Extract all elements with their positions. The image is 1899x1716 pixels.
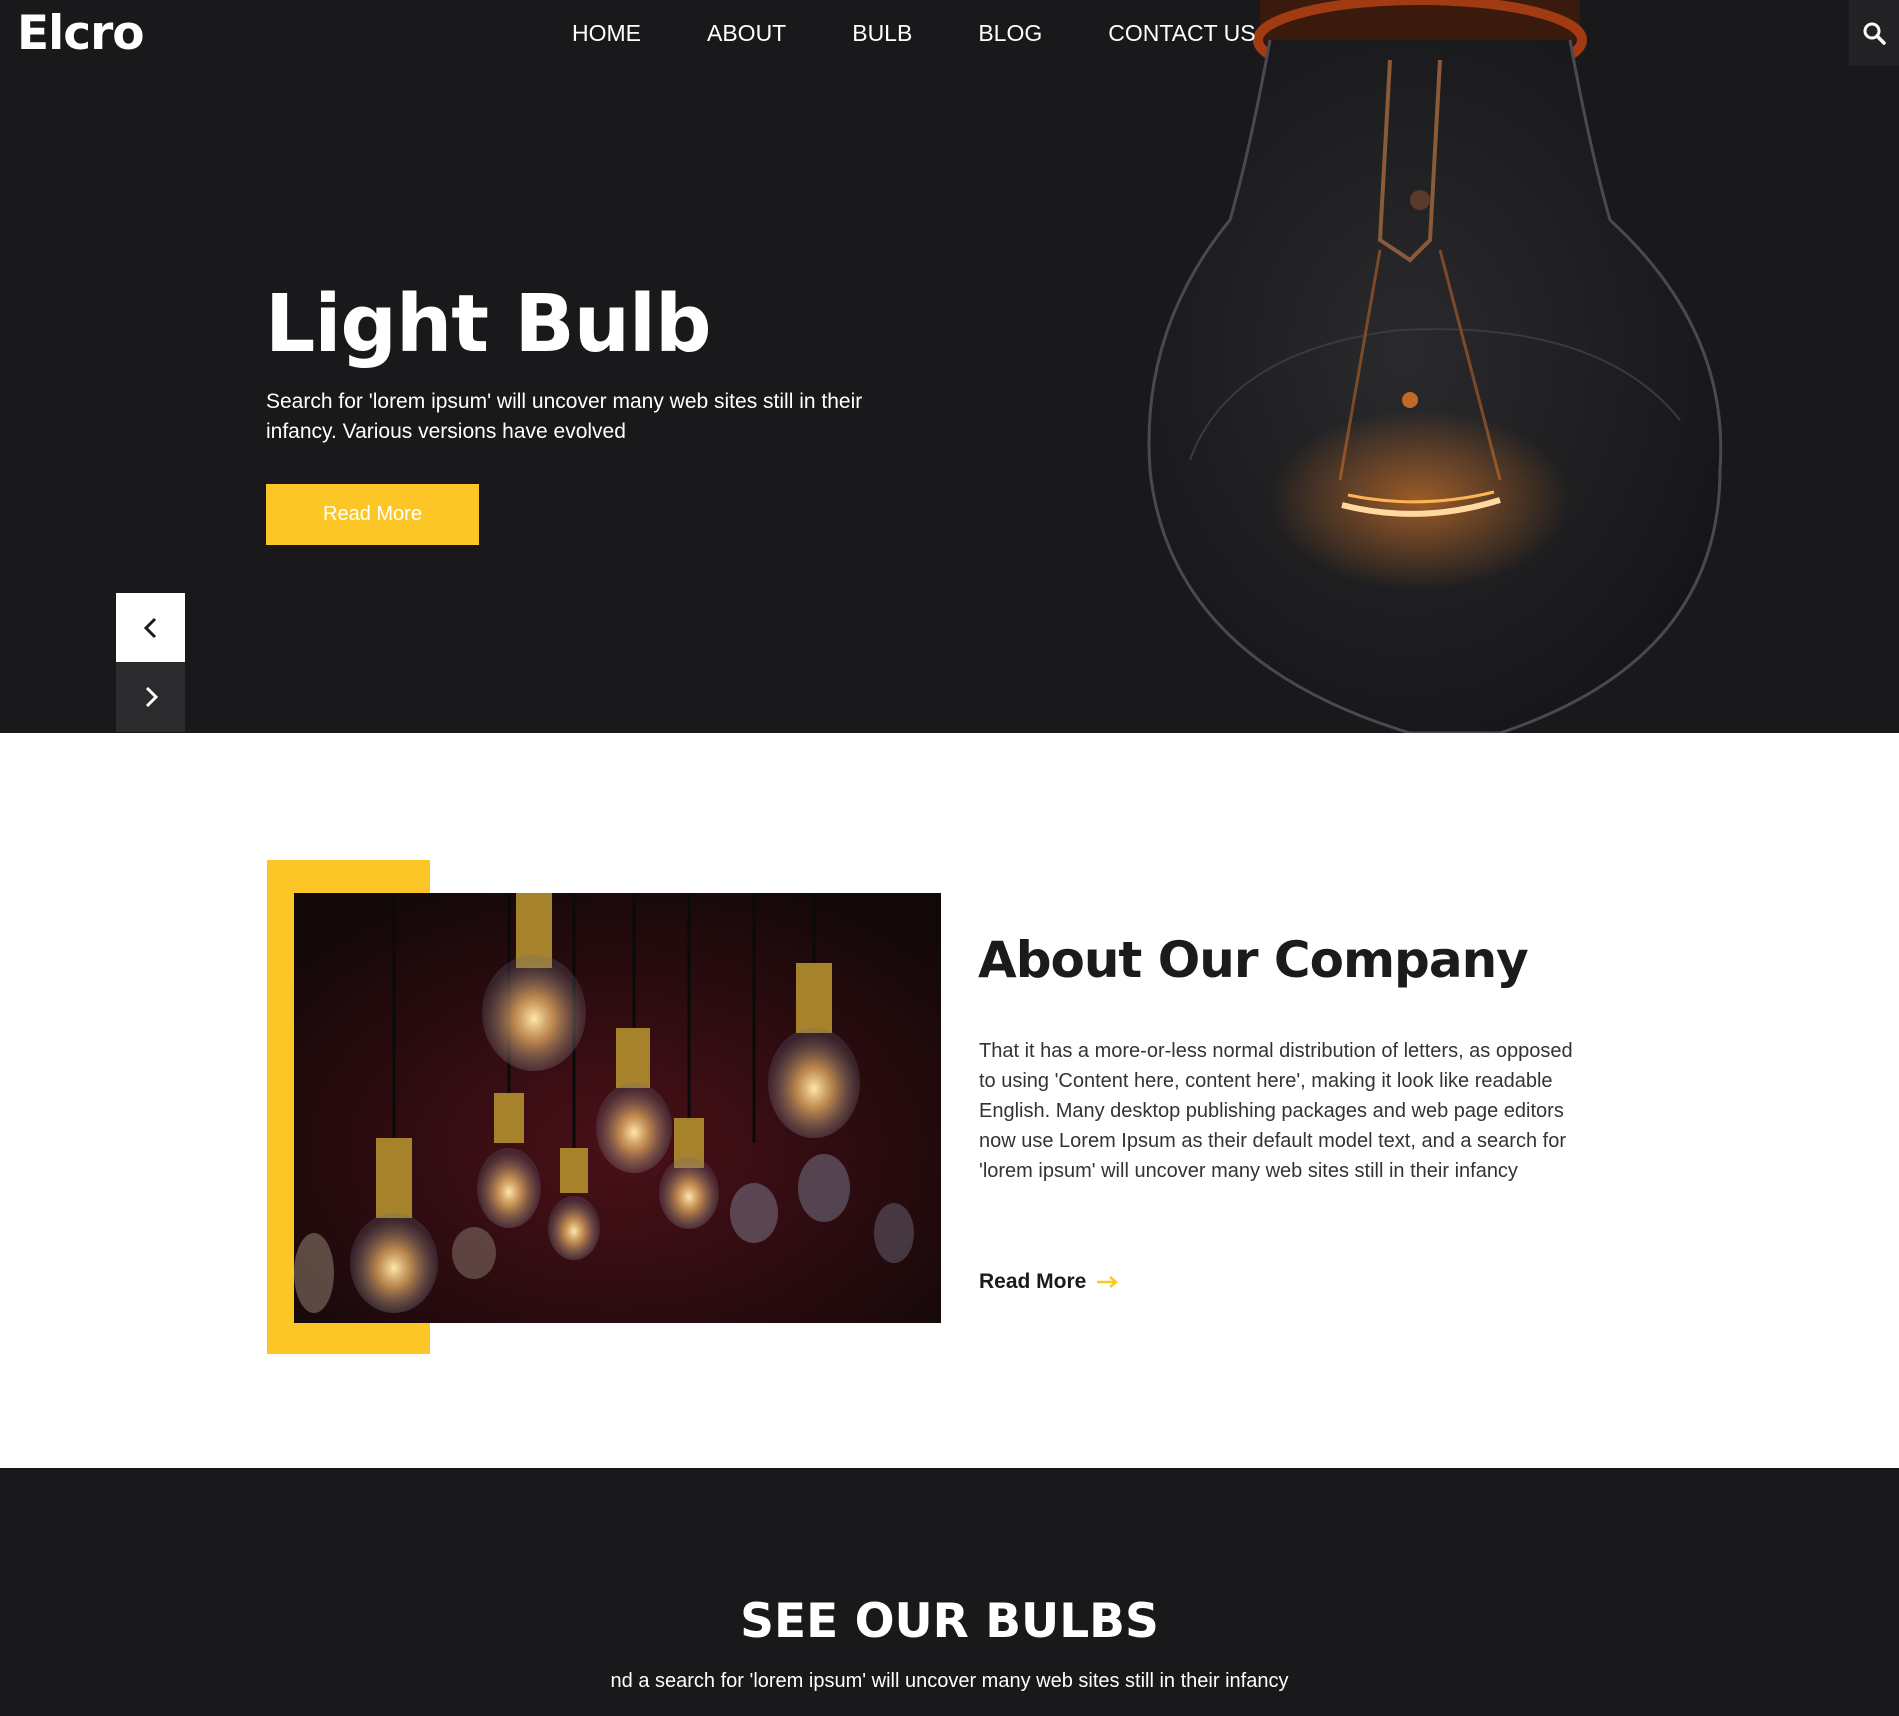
hero-section: Elcro HOME ABOUT BULB BLOG CONTACT US Li… [0, 0, 1899, 733]
slider-next-button[interactable] [116, 662, 185, 732]
hero-bulb-image [1147, 0, 1723, 733]
about-description: That it has a more-or-less normal distri… [979, 1040, 1573, 1182]
logo[interactable]: Elcro [17, 6, 145, 61]
hero-read-more-button[interactable]: Read More [266, 484, 479, 545]
bulbs-section: SEE OUR BULBS nd a search for 'lorem ips… [0, 1468, 1899, 1716]
about-title: About Our Company [978, 931, 1529, 989]
hero-title: Light Bulb [265, 278, 712, 370]
main-nav: HOME ABOUT BULB BLOG CONTACT US [572, 20, 1256, 46]
search-button[interactable] [1849, 0, 1899, 66]
chevron-left-icon [143, 617, 156, 639]
bulbs-title: SEE OUR BULBS [740, 1594, 1159, 1649]
arrow-right-icon [1097, 1276, 1119, 1288]
nav-item-bulb[interactable]: BULB [852, 20, 912, 46]
about-read-more-label: Read More [979, 1270, 1087, 1293]
bulbs-description: nd a search for 'lorem ipsum' will uncov… [610, 1670, 1289, 1692]
slider-prev-button[interactable] [116, 593, 185, 663]
nav-item-blog[interactable]: BLOG [978, 20, 1042, 46]
about-bulbs-image [294, 893, 941, 1323]
search-icon [1863, 22, 1886, 45]
about-read-more-link[interactable]: Read More [979, 1270, 1119, 1294]
nav-item-contact[interactable]: CONTACT US [1108, 20, 1255, 46]
hero-description: Search for 'lorem ipsum' will uncover ma… [266, 390, 863, 443]
chevron-right-icon [145, 686, 158, 708]
nav-item-home[interactable]: HOME [572, 20, 641, 46]
nav-item-about[interactable]: ABOUT [707, 20, 786, 46]
